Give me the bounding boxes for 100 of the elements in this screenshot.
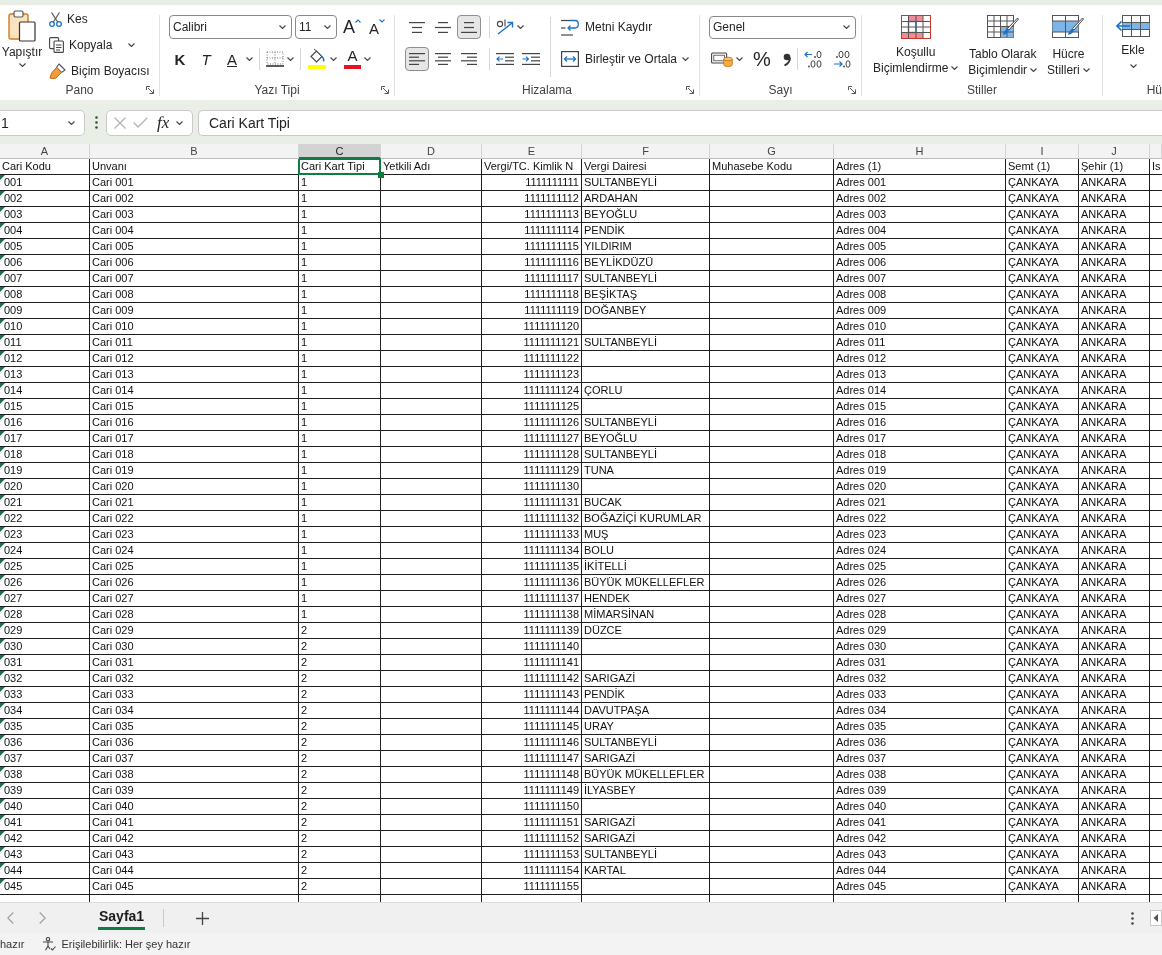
wrap-text-button[interactable]: Metni Kaydır xyxy=(561,15,653,39)
shrink-font-button[interactable]: A xyxy=(367,15,388,39)
column-header[interactable]: G xyxy=(710,144,834,159)
name-box[interactable]: 1 xyxy=(0,109,85,136)
table-cell: ÇANKAYA xyxy=(1008,208,1059,220)
table-cell: 1 xyxy=(301,320,308,332)
caret-icon[interactable] xyxy=(128,43,136,47)
corner-arrow-icon[interactable] xyxy=(381,85,389,94)
table-cell: TUNA xyxy=(584,464,614,476)
banknote-coins-icon[interactable] xyxy=(711,51,733,67)
column-header[interactable]: C xyxy=(299,144,381,159)
insert-function-button[interactable]: fx xyxy=(157,112,170,133)
table-cell: ANKARA xyxy=(1081,640,1127,652)
italic-button[interactable]: T xyxy=(195,47,217,71)
column-header[interactable]: I xyxy=(1006,144,1079,159)
table-cell: ÇANKAYA xyxy=(1008,288,1059,300)
table-cell: 1 xyxy=(301,352,308,364)
check-icon[interactable] xyxy=(133,117,148,128)
table-cell: 018 xyxy=(4,448,23,460)
caret-icon[interactable] xyxy=(330,57,337,61)
table-cell: ÇANKAYA xyxy=(1008,528,1059,540)
table-cell: 1 xyxy=(301,336,308,348)
increase-indent-icon[interactable] xyxy=(522,53,540,65)
caret-icon[interactable] xyxy=(246,57,253,61)
table-cell: ANKARA xyxy=(1081,432,1127,444)
accessibility-icon[interactable] xyxy=(42,937,57,951)
align-bottom-button[interactable] xyxy=(457,15,481,39)
table-cell: 2 xyxy=(301,752,308,764)
font-size-combobox[interactable]: 11 xyxy=(295,15,337,39)
table-cell: 1111111112 xyxy=(524,192,579,204)
table-cell: 005 xyxy=(4,240,23,252)
table-cell: 1111111128 xyxy=(523,448,579,460)
corner-arrow-icon[interactable] xyxy=(686,85,694,94)
caret-icon[interactable] xyxy=(517,25,524,29)
table-cell: 031 xyxy=(4,656,23,668)
formula-field[interactable]: Cari Kart Tipi xyxy=(198,109,1162,136)
align-right-icon xyxy=(461,53,477,65)
cell-styles-button[interactable]: Hücre Stilleri xyxy=(1044,15,1093,83)
copy-button[interactable]: Kopyala xyxy=(47,34,115,56)
fill-handle[interactable] xyxy=(378,172,384,178)
more-options-icon[interactable] xyxy=(95,116,98,129)
fill-color-button[interactable] xyxy=(307,47,327,71)
sheet-tab[interactable]: Sayfa1 xyxy=(98,906,146,930)
table-cell: Adres 039 xyxy=(836,784,887,796)
caret-icon[interactable] xyxy=(364,57,371,61)
insert-button[interactable]: Ekle xyxy=(1113,5,1153,82)
bold-button[interactable]: K xyxy=(169,47,191,71)
border-grid-icon[interactable] xyxy=(266,51,284,67)
font-color-button[interactable]: A xyxy=(344,47,361,71)
caret-icon[interactable] xyxy=(176,120,184,125)
table-cell: Adres 010 xyxy=(836,320,887,332)
table-cell: 1 xyxy=(301,512,308,524)
table-cell: 030 xyxy=(4,640,23,652)
format-as-table-button[interactable]: Tablo Olarak Biçimlendir xyxy=(965,15,1041,83)
group-label: Stiller xyxy=(967,82,997,97)
decrease-decimal-icon[interactable] xyxy=(831,50,852,68)
add-sheet-icon[interactable] xyxy=(196,911,210,925)
caret-icon[interactable] xyxy=(682,57,690,61)
column-header[interactable]: B xyxy=(90,144,299,159)
paste-button[interactable]: Yapıştır xyxy=(0,5,44,82)
table-cell: Adres 026 xyxy=(836,576,887,588)
more-options-icon[interactable] xyxy=(1131,911,1134,925)
table-cell: ÇANKAYA xyxy=(1008,464,1059,476)
column-header[interactable]: F xyxy=(582,144,710,159)
corner-arrow-icon[interactable] xyxy=(146,85,154,94)
table-cell: Cari 002 xyxy=(92,192,134,204)
comma-icon[interactable] xyxy=(782,52,791,66)
cut-button[interactable]: Kes xyxy=(47,8,152,30)
grow-font-button[interactable]: A xyxy=(341,15,363,39)
slanted-arrow-icon[interactable] xyxy=(496,19,514,35)
conditional-formatting-button[interactable]: Koşullu Biçimlendirme xyxy=(870,15,962,83)
table-cell: 1111111136 xyxy=(523,576,579,588)
corner-arrow-icon[interactable] xyxy=(848,85,856,94)
column-header[interactable]: J xyxy=(1079,144,1150,159)
column-header[interactable]: A xyxy=(0,144,90,159)
table-cell: ANKARA xyxy=(1081,848,1127,860)
column-header[interactable]: H xyxy=(834,144,1006,159)
column-header[interactable]: E xyxy=(482,144,582,159)
caret-icon xyxy=(1030,68,1038,72)
column-header[interactable]: D xyxy=(381,144,482,159)
table-cell: SULTANBEYLİ xyxy=(584,176,657,188)
table-cell: 042 xyxy=(4,832,23,844)
accessibility-status[interactable]: Erişilebilirlik: Her şey hazır xyxy=(61,938,191,950)
table-cell: Cari 006 xyxy=(92,256,134,268)
number-format-combobox[interactable]: Genel xyxy=(709,15,856,39)
percent-button[interactable]: % xyxy=(753,47,771,71)
copy-icon xyxy=(49,37,64,53)
caret-icon[interactable] xyxy=(736,57,743,61)
align-left-button[interactable] xyxy=(405,47,429,71)
increase-decimal-icon[interactable] xyxy=(803,50,824,68)
table-cell: 028 xyxy=(4,608,23,620)
scroll-left-icon[interactable] xyxy=(1150,910,1162,926)
decrease-indent-icon[interactable] xyxy=(496,53,514,65)
caret-icon[interactable] xyxy=(287,57,294,61)
table-cell: ÇANKAYA xyxy=(1008,672,1059,684)
font-name-combobox[interactable]: Calibri xyxy=(169,15,292,39)
table-cell: 1111111122 xyxy=(523,352,579,364)
merge-center-button[interactable]: Birleştir ve Ortala xyxy=(561,47,678,71)
format-painter-button[interactable]: Biçim Boyacısı xyxy=(47,60,152,82)
underline-button[interactable]: A xyxy=(221,47,243,71)
